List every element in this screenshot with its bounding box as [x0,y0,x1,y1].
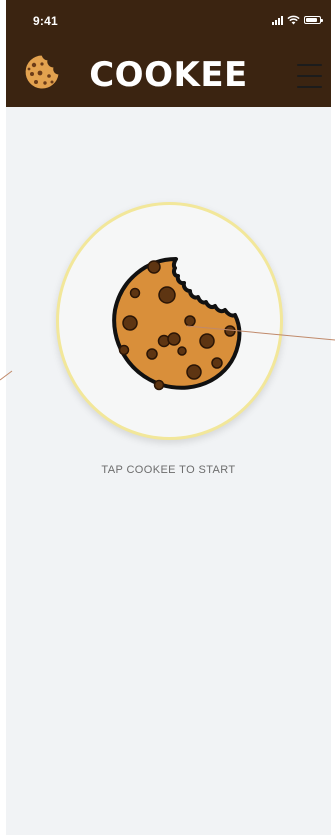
signal-icon [272,15,283,25]
app-title: COOKEE [89,55,248,95]
wifi-icon [287,15,300,25]
app-header: 9:41 COOKEE [6,0,331,107]
start-prompt: TAP COOKEE TO START [101,464,236,476]
bitten-cookie-icon[interactable] [107,255,245,393]
status-time: 9:41 [33,14,58,28]
start-cookie-button[interactable] [56,202,283,440]
status-icons [272,14,323,26]
battery-icon [304,16,323,24]
hamburger-menu-icon[interactable] [297,64,322,88]
phone-screen: 9:41 COOKEE TAP COOKEE TO START [6,0,331,835]
